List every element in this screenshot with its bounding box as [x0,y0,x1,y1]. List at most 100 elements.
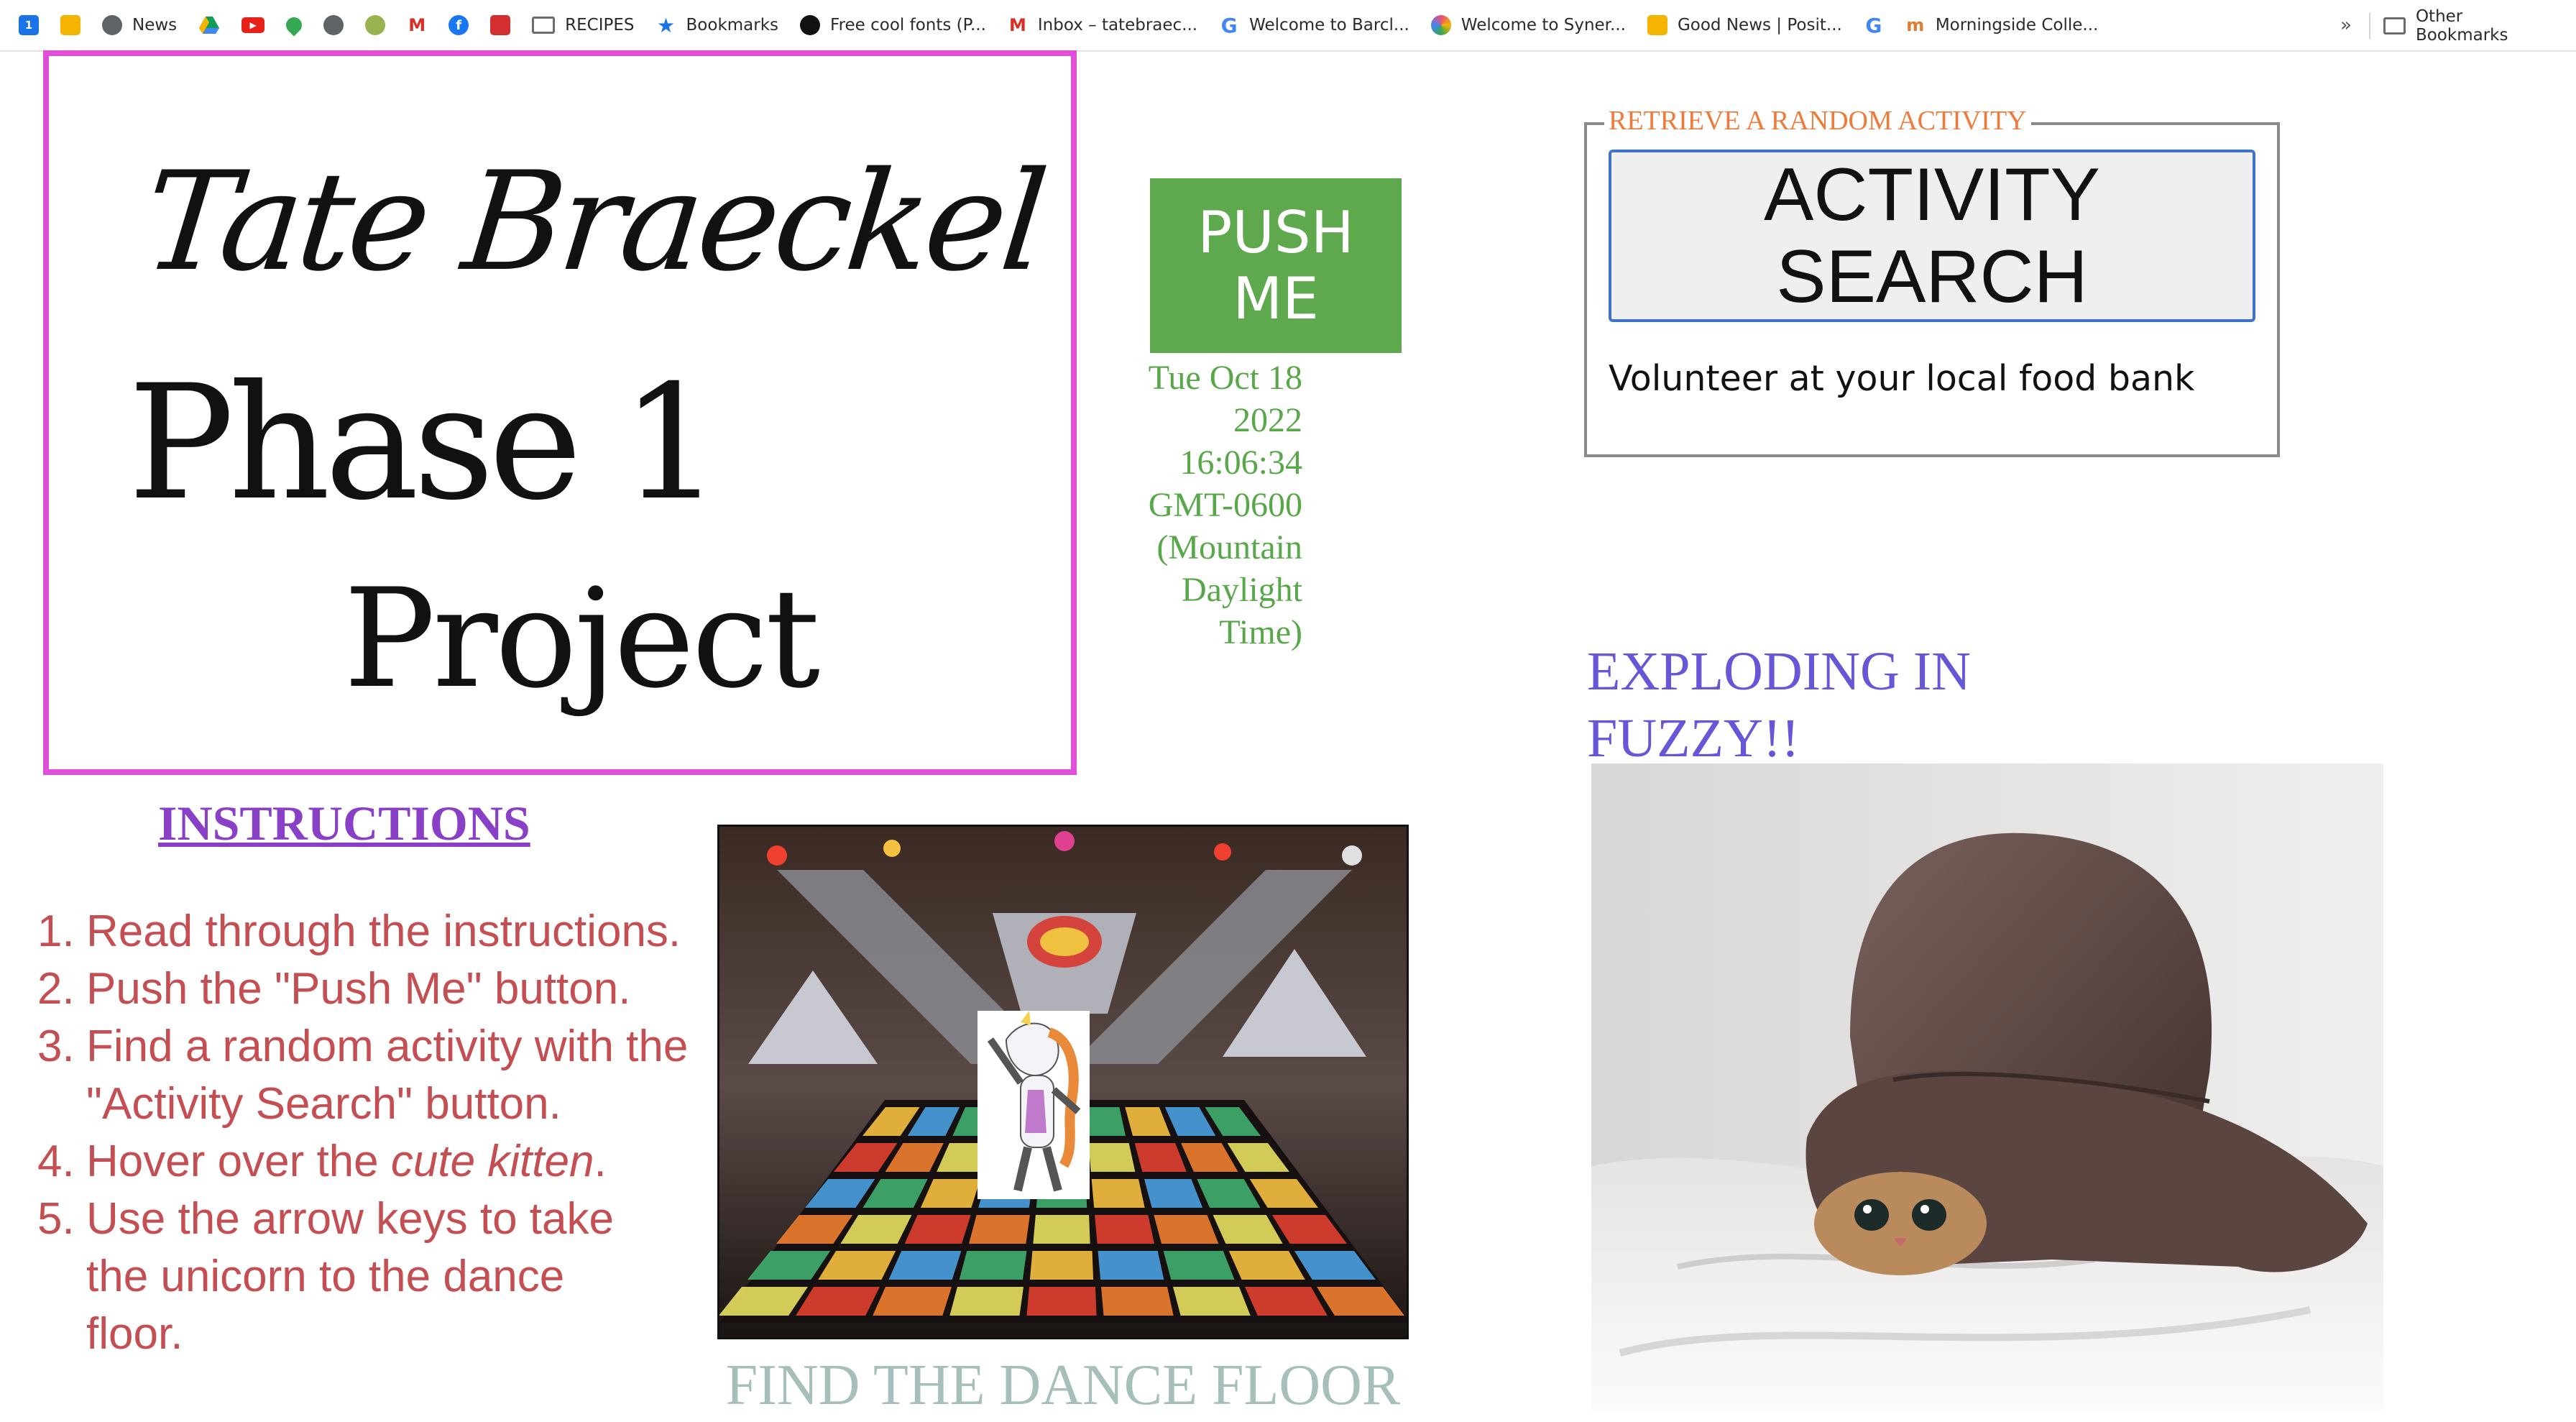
star-icon: ★ [656,13,676,37]
step-number: 3. [37,1022,75,1071]
floor-tile [920,1179,980,1208]
floor-tile [1173,1287,1251,1316]
timestamp-text: Tue Oct 18 2022 16:06:34 GMT-0600 (Mount… [1148,359,1302,651]
floor-tile [1095,1215,1154,1244]
floor-tile [959,1251,1027,1280]
step-text: Use the arrow keys to take the unicorn t… [86,1194,614,1359]
floor-tile [969,1215,1030,1244]
bookmark-label: Bookmarks [686,16,779,35]
photos-icon [60,15,80,35]
youtube-icon: ▶ [242,17,265,33]
floor-tile [888,1251,962,1280]
floor-tile [949,1287,1024,1316]
bookmark-maps[interactable] [282,14,305,37]
bookmark-label: News [132,16,178,35]
bookmarks-overflow-button[interactable]: » [2340,14,2352,36]
floor-tile [1125,1107,1171,1136]
bookmark-gmail[interactable]: M [407,15,427,35]
facebook-icon: f [448,15,469,35]
bookmark-synergy[interactable]: Welcome to Syner... [1430,15,1626,35]
circle-icon [365,15,386,35]
bookmark-circle[interactable] [365,15,386,35]
list-item: 4. Hover over the cute kitten. [37,1133,704,1191]
sunglasses-icon [1647,15,1668,35]
floor-tile [904,1215,971,1244]
google-icon: G [1220,13,1238,37]
bookmark-label: Free cool fonts (P... [830,16,986,35]
activity-search-button[interactable]: ACTIVITY SEARCH [1609,150,2255,322]
bookmark-globe[interactable] [323,15,344,35]
google-icon: G [1865,13,1882,37]
other-bookmarks[interactable]: Other Bookmarks [2383,0,2554,52]
title-name: Tate Braeckel [137,142,1050,301]
bookmark-label: Morningside Colle... [1935,16,2099,35]
step-number: 4. [37,1137,75,1186]
unicorn-sprite[interactable] [978,1011,1090,1199]
floor-tile [1134,1143,1187,1172]
list-item: 3. Find a random activity with the "Acti… [37,1018,704,1133]
folder-icon [2383,17,2406,35]
bookmark-inbox[interactable]: M Inbox – tatebraec... [1008,15,1197,35]
drive-icon [199,17,220,34]
floor-tile [1294,1251,1376,1280]
bookmark-youtube[interactable]: ▶ [242,17,265,33]
kitten-heading: EXPLODING IN FUZZY!! [1587,641,1972,769]
title-phase: Phase 1 [128,351,722,535]
bookmark-goodnews[interactable]: Good News | Posit... [1647,15,1842,35]
bookmark-drive[interactable] [198,15,220,35]
bookmark-label: Good News | Posit... [1677,16,1842,35]
step-text-post: . [594,1137,607,1186]
floor-tile [1088,1143,1136,1172]
step-text-emphasis: cute kitten [390,1137,594,1186]
kitten-image[interactable] [1591,763,2383,1412]
floor-tile [1245,1287,1328,1316]
floor-tile [1213,1215,1283,1244]
bookmark-photos[interactable] [60,15,80,35]
bookmark-bookmarks[interactable]: ★ Bookmarks [656,13,779,37]
step-text: Hover over the cute kitten. [86,1133,704,1191]
instructions-list: 1. Read through the instructions. 2. Pus… [37,903,704,1363]
step-text: Find a random activity with the "Activit… [86,1022,689,1129]
bookmark-google[interactable]: G [1864,13,1884,37]
bookmark-fonts[interactable]: Free cool fonts (P... [800,15,986,35]
bookmark-news[interactable]: News [102,15,177,35]
bookmark-recipes[interactable]: RECIPES [532,16,635,35]
bookmark-calendar[interactable]: 1 [19,15,39,35]
activity-legend: RETRIEVE A RANDOM ACTIVITY [1604,105,2031,137]
step-number: 1. [37,907,75,956]
gmail-icon: M [408,15,426,35]
floor-tile [1227,1143,1289,1172]
bookmark-red-icon [490,15,511,35]
college-icon: m [1906,15,1925,35]
bookmark-red[interactable] [490,15,511,35]
font-site-icon [800,15,821,35]
kitten-in-hat-photo [1591,763,2383,1412]
list-item: 5. Use the arrow keys to take the unicor… [37,1191,704,1363]
calendar-icon: 1 [19,15,39,35]
push-me-button[interactable]: PUSH ME [1150,178,1402,353]
floor-tile [1033,1215,1090,1244]
instructions-title: INSTRUCTIONS [158,796,530,850]
floor-tile [1144,1179,1203,1208]
floor-tile [840,1215,912,1244]
bookmarks-bar: 1 News ▶ M f RECIPES ★ Bookmarks Free co… [0,0,2576,52]
bookmark-morningside[interactable]: m Morningside Colle... [1905,15,2099,35]
globe-icon [323,15,344,35]
floor-tile [796,1287,880,1316]
bookmarks-divider [2369,13,2370,39]
floor-tile [834,1143,898,1172]
floor-tile [748,1251,831,1280]
title-project: Project [344,559,820,718]
floor-tile [1181,1143,1238,1172]
folder-icon [532,17,556,34]
floor-tile [1029,1251,1094,1280]
list-item: 1. Read through the instructions. [37,903,704,960]
step-text-pre: Hover over the [86,1137,391,1186]
floor-tile [1205,1107,1261,1136]
bookmark-barclay[interactable]: G Welcome to Barcl... [1219,13,1409,37]
gmail-icon: M [1008,15,1026,35]
floor-tile [1154,1215,1219,1244]
floor-tile [1271,1215,1347,1244]
floor-tile [1026,1287,1097,1316]
bookmark-facebook[interactable]: f [448,15,469,35]
